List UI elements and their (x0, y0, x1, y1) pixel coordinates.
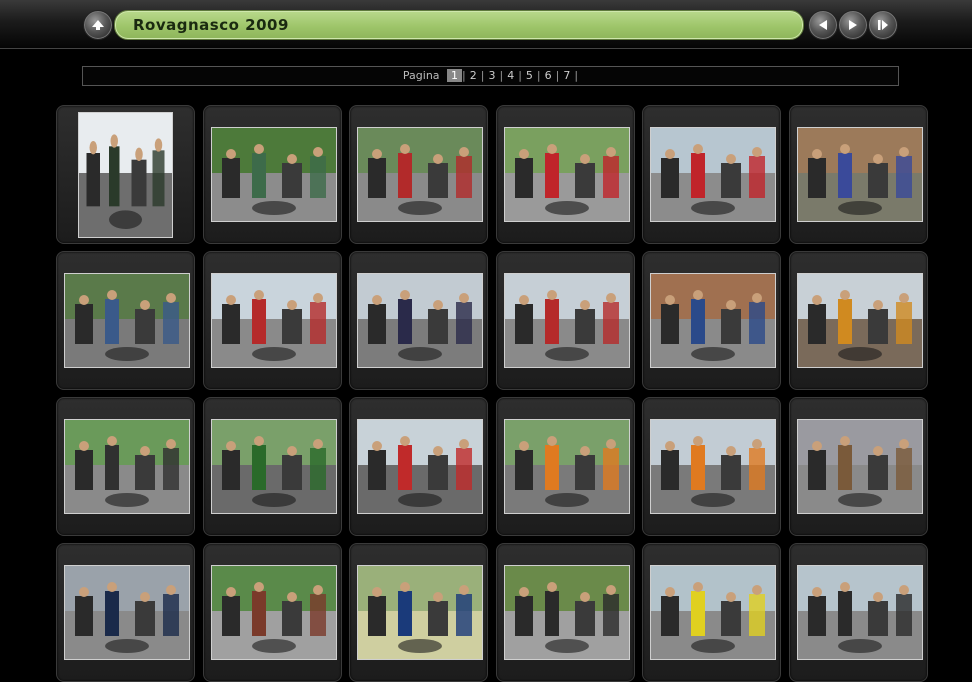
thumbnail-cell[interactable] (642, 105, 781, 244)
photo-thumbnail[interactable] (357, 565, 483, 660)
thumbnail-cell[interactable] (349, 251, 488, 390)
thumbnail-cell[interactable] (789, 543, 928, 682)
thumbnail-cell[interactable] (496, 105, 635, 244)
thumbnail-cell[interactable] (203, 105, 342, 244)
slideshow-button[interactable] (868, 10, 898, 40)
pagination-separator: | (574, 69, 579, 82)
photo-thumbnail[interactable] (650, 273, 776, 368)
thumbnail-cell[interactable] (349, 105, 488, 244)
photo-thumbnail[interactable] (211, 127, 337, 222)
photo-thumbnail[interactable] (211, 419, 337, 514)
thumbnail-cell[interactable] (496, 397, 635, 536)
thumbnail-cell[interactable] (203, 397, 342, 536)
arrow-left-icon (819, 20, 827, 30)
photo-thumbnail[interactable] (504, 273, 630, 368)
thumbnail-cell[interactable] (203, 251, 342, 390)
thumbnail-cell[interactable] (789, 251, 928, 390)
next-button[interactable] (838, 10, 868, 40)
photo-thumbnail[interactable] (797, 419, 923, 514)
up-button[interactable] (83, 10, 113, 40)
thumbnail-cell[interactable] (56, 105, 195, 244)
toolbar: Rovagnasco 2009 (0, 0, 972, 49)
page-link-6[interactable]: 6 (541, 69, 556, 82)
thumbnail-cell[interactable] (56, 397, 195, 536)
photo-thumbnail[interactable] (357, 127, 483, 222)
thumbnail-cell[interactable] (642, 543, 781, 682)
photo-thumbnail[interactable] (504, 127, 630, 222)
thumbnail-cell[interactable] (789, 105, 928, 244)
photo-thumbnail[interactable] (64, 565, 190, 660)
page-link-5[interactable]: 5 (522, 69, 537, 82)
slideshow-icon (878, 20, 888, 30)
page-link-7[interactable]: 7 (559, 69, 574, 82)
photo-thumbnail[interactable] (64, 273, 190, 368)
page-link-4[interactable]: 4 (503, 69, 518, 82)
photo-thumbnail[interactable] (357, 419, 483, 514)
thumbnail-cell[interactable] (496, 251, 635, 390)
photo-thumbnail[interactable] (797, 273, 923, 368)
thumbnail-cell[interactable] (789, 397, 928, 536)
pagination-label: Pagina (402, 69, 440, 82)
thumbnail-cell[interactable] (203, 543, 342, 682)
photo-thumbnail[interactable] (650, 419, 776, 514)
thumbnail-cell[interactable] (642, 251, 781, 390)
photo-thumbnail[interactable] (211, 565, 337, 660)
photo-thumbnail[interactable] (504, 419, 630, 514)
thumbnail-cell[interactable] (642, 397, 781, 536)
album-title: Rovagnasco 2009 (133, 16, 289, 34)
photo-thumbnail[interactable] (211, 273, 337, 368)
thumbnail-cell[interactable] (56, 251, 195, 390)
page-link-1[interactable]: 1 (447, 69, 463, 82)
page-link-2[interactable]: 2 (466, 69, 481, 82)
pagination: Pagina 1 | 2 | 3 | 4 | 5 | 6 | 7 | (82, 66, 899, 86)
photo-thumbnail[interactable] (797, 565, 923, 660)
thumbnail-cell[interactable] (56, 543, 195, 682)
photo-thumbnail[interactable] (650, 565, 776, 660)
photo-thumbnail[interactable] (797, 127, 923, 222)
photo-thumbnail[interactable] (650, 127, 776, 222)
album-title-bar: Rovagnasco 2009 (114, 10, 804, 40)
page-link-3[interactable]: 3 (484, 69, 499, 82)
thumbnail-cell[interactable] (496, 543, 635, 682)
thumbnail-cell[interactable] (349, 543, 488, 682)
photo-thumbnail[interactable] (64, 419, 190, 514)
thumbnail-cell[interactable] (349, 397, 488, 536)
photo-thumbnail[interactable] (504, 565, 630, 660)
arrow-up-icon (92, 20, 104, 30)
photo-thumbnail[interactable] (78, 112, 173, 238)
photo-thumbnail[interactable] (357, 273, 483, 368)
previous-button[interactable] (808, 10, 838, 40)
arrow-right-icon (849, 20, 857, 30)
